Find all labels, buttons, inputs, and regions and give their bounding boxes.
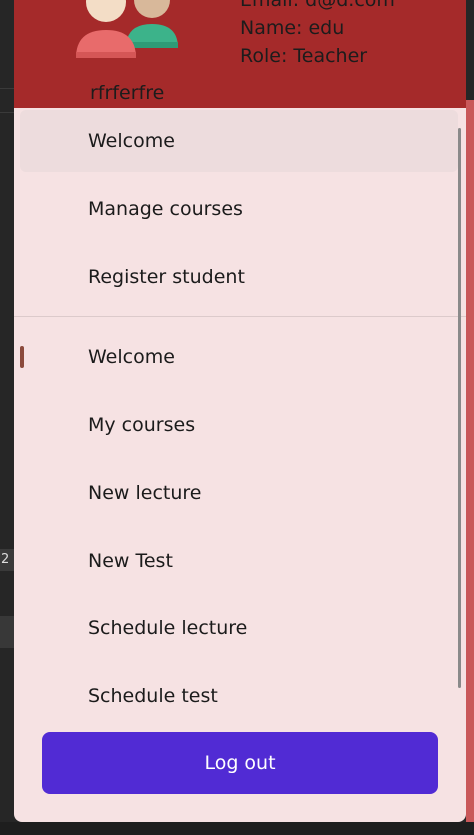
menu-item-welcome-secondary[interactable]: Welcome — [20, 326, 458, 388]
background-block — [0, 616, 14, 648]
background-edge — [466, 100, 474, 823]
menu-divider — [14, 316, 466, 317]
scrollbar[interactable] — [458, 128, 461, 688]
logout-button[interactable]: Log out — [42, 732, 438, 794]
user-role: Role: Teacher — [240, 45, 368, 67]
menu-item-welcome[interactable]: Welcome — [20, 110, 458, 172]
menu-item-schedule-test[interactable]: Schedule test — [20, 665, 458, 727]
background-divider — [0, 88, 14, 89]
user-email: Email: d@d.com — [240, 0, 395, 11]
menu-item-my-courses[interactable]: My courses — [20, 394, 458, 456]
menu-item-new-test[interactable]: New Test — [20, 530, 458, 592]
users-avatar-icon — [76, 0, 178, 58]
menu-item-new-lecture[interactable]: New lecture — [20, 462, 458, 524]
bottom-bar — [0, 822, 474, 835]
user-name-line: Name: edu — [240, 17, 345, 39]
user-info: Email: d@d.com Name: edu Role: Teacher — [240, 0, 395, 70]
menu-item-schedule-lecture[interactable]: Schedule lecture — [20, 597, 458, 659]
drawer-header: Email: d@d.com Name: edu Role: Teacher r… — [14, 0, 466, 108]
user-name: rfrferfre — [90, 82, 165, 104]
menu-item-manage-courses[interactable]: Manage courses — [20, 178, 458, 240]
navigation-drawer: Email: d@d.com Name: edu Role: Teacher r… — [14, 0, 466, 822]
menu-item-register-student[interactable]: Register student — [20, 246, 458, 308]
background-divider — [0, 112, 14, 113]
background-number: 2 — [0, 549, 14, 571]
